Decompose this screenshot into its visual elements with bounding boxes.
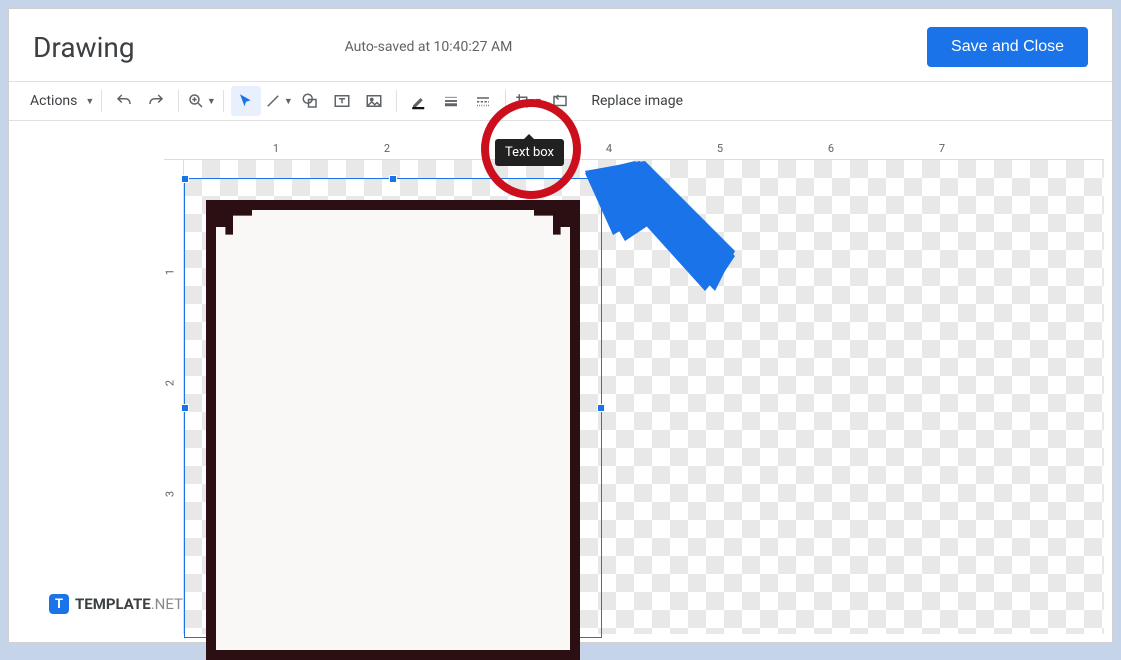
ruler-tick: 5 [717, 142, 723, 155]
watermark-logo: T [49, 594, 69, 614]
reset-image-button[interactable] [545, 86, 575, 116]
separator [396, 90, 397, 112]
border-dash-button[interactable] [468, 86, 498, 116]
watermark-suffix: .NET [151, 595, 183, 613]
chevron-down-icon: ▼ [284, 96, 293, 107]
frame-corner-ornament [534, 208, 572, 246]
tooltip: Text box [495, 139, 564, 166]
dialog-title: Drawing [33, 31, 135, 64]
replace-image-label: Replace image [591, 93, 683, 109]
inserted-image[interactable] [206, 200, 580, 660]
ruler-tick: 2 [164, 380, 177, 386]
separator [178, 90, 179, 112]
zoom-button[interactable]: ▼ [186, 86, 216, 116]
border-weight-button[interactable] [436, 86, 466, 116]
chevron-down-icon: ▼ [207, 96, 216, 107]
resize-handle[interactable] [181, 175, 189, 183]
crop-button[interactable]: ▼ [513, 86, 543, 116]
ruler-tick: 1 [164, 269, 177, 275]
resize-handle[interactable] [597, 404, 605, 412]
save-and-close-button[interactable]: Save and Close [927, 27, 1088, 67]
textbox-tool[interactable] [327, 86, 357, 116]
separator [505, 90, 506, 112]
redo-button[interactable] [141, 86, 171, 116]
image-tool[interactable] [359, 86, 389, 116]
ruler-tick: 3 [164, 491, 177, 497]
watermark-text: TEMPLATE [75, 595, 151, 613]
undo-button[interactable] [109, 86, 139, 116]
resize-handle[interactable] [181, 404, 189, 412]
select-tool[interactable] [231, 86, 261, 116]
app-window: Drawing Auto-saved at 10:40:27 AM Save a… [8, 8, 1113, 643]
separator [223, 90, 224, 112]
replace-image-button[interactable]: Replace image [577, 86, 691, 116]
ruler-vertical: 1 2 3 [164, 160, 184, 634]
autosave-status: Auto-saved at 10:40:27 AM [175, 39, 927, 55]
actions-menu[interactable]: Actions ▼ [20, 86, 94, 116]
toolbar: Actions ▼ ▼ ▼ ▼ Replace image [9, 81, 1112, 121]
resize-handle[interactable] [389, 175, 397, 183]
line-tool[interactable]: ▼ [263, 86, 293, 116]
chevron-down-icon: ▼ [85, 96, 94, 107]
annotation-arrow-icon [585, 161, 745, 315]
frame-corner-ornament [214, 208, 252, 246]
ruler-tick: 7 [939, 142, 945, 155]
ruler-horizontal: 1 2 3 4 5 6 7 [164, 140, 1104, 160]
header: Drawing Auto-saved at 10:40:27 AM Save a… [9, 9, 1112, 81]
ruler-tick: 4 [606, 142, 612, 155]
ruler-tick: 2 [384, 142, 390, 155]
ruler-tick: 1 [273, 142, 279, 155]
ruler-tick: 6 [828, 142, 834, 155]
border-color-button[interactable] [404, 86, 434, 116]
separator [101, 90, 102, 112]
watermark: T TEMPLATE.NET [49, 594, 183, 614]
shape-tool[interactable] [295, 86, 325, 116]
chevron-down-icon: ▼ [534, 96, 543, 107]
actions-label: Actions [20, 93, 83, 109]
